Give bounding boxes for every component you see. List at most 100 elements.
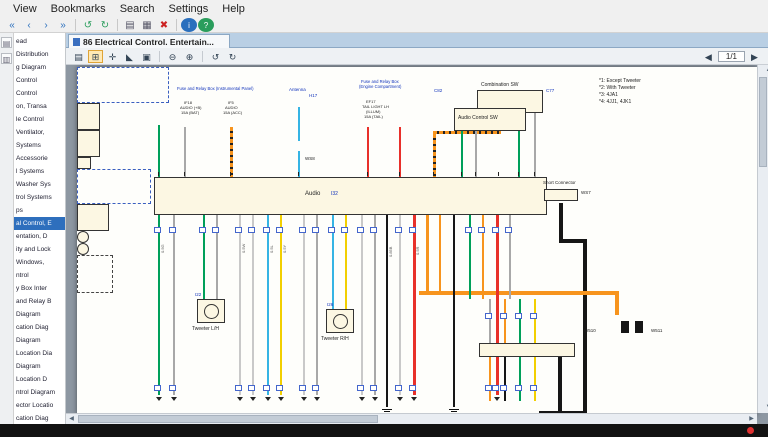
sidebar-item[interactable]: g Diagram [14,61,65,74]
wire-segment [419,291,619,295]
sidebar-item[interactable]: Systems [14,139,65,152]
connector-mark [485,385,492,391]
print-icon[interactable]: ▤ [122,18,138,32]
help-icon[interactable]: ? [198,18,214,32]
wire-segment [413,215,416,395]
wire-segment [635,321,643,333]
sidebar-item[interactable]: le Control [14,113,65,126]
diagram-label: WS7 [581,191,591,196]
connector-mark [248,227,255,233]
sidebar-item[interactable]: ntrol Diagram [14,386,65,399]
sidebar-item[interactable]: ector Locatio [14,399,65,412]
connector-mark [370,227,377,233]
sidebar-item[interactable]: Location Dia [14,347,65,360]
sidebar-tree[interactable]: eadDistributiong DiagramControlControlon… [14,33,66,424]
horizontal-scrollbar[interactable]: ◀ ▶ [66,413,757,424]
fuse-relay-box-instrumental [77,67,169,103]
nav-next-icon[interactable]: › [38,18,54,32]
sidebar-item[interactable]: ps [14,204,65,217]
main-toolbar: «‹›» ↺↻ ▤▦✖ i? [0,17,768,33]
rotate-left-icon[interactable]: ↺ [208,50,223,63]
wire-segment [399,127,401,177]
sidebar-item[interactable]: ity and Lock [14,243,65,256]
sidebar-item[interactable]: l Systems [14,165,65,178]
sidebar-item[interactable]: Control [14,74,65,87]
export-icon[interactable]: ▦ [139,18,155,32]
sidebar-item[interactable]: Distribution [14,48,65,61]
menu-bookmarks[interactable]: Bookmarks [44,2,113,16]
nav-first-icon[interactable]: « [4,18,20,32]
nav-prev-icon[interactable]: ‹ [21,18,37,32]
next-page-icon[interactable]: ▶ [747,50,762,63]
sidebar-item[interactable]: Diagram [14,334,65,347]
menu-view[interactable]: View [6,2,44,16]
zoom-region-icon[interactable]: ⊞ [88,50,103,63]
snapshot-icon[interactable]: ▣ [139,50,154,63]
forward-view-icon[interactable]: ↻ [97,18,113,32]
sidebar-item[interactable]: Control [14,87,65,100]
fuse-ef17 [77,204,109,231]
zoom-out-icon[interactable]: ⊖ [165,50,180,63]
sidebar-item[interactable]: Diagram [14,360,65,373]
wire-segment [504,299,506,343]
rotate-right-icon[interactable]: ↻ [225,50,240,63]
nav-last-icon[interactable]: » [55,18,71,32]
wire-end-arrow [250,397,256,401]
pan-icon[interactable]: ✛ [105,50,120,63]
fuse-relay-box-engine [77,169,151,204]
tab-electrical-control[interactable]: 86 Electrical Control. Entertain... [68,34,230,48]
sidebar-item[interactable]: Windows, [14,256,65,269]
vertical-scrollbar[interactable]: ▲ ▼ [757,65,768,413]
menu-search[interactable]: Search [113,2,162,16]
sidebar-item[interactable]: cation Diag [14,321,65,334]
pin-tick [184,172,185,176]
sidebar-item[interactable]: Location D [14,373,65,386]
sidebar-item[interactable]: Accessorie [14,152,65,165]
sidebar-item[interactable]: ead [14,35,65,48]
toolbar-separator [202,51,203,62]
diagram-label: Antenna [289,88,306,93]
toolbar-separator [75,19,76,31]
select-icon[interactable]: ◣ [122,50,137,63]
menu-settings[interactable]: Settings [162,2,216,16]
document-icon [73,38,80,46]
info-icon[interactable]: i [181,18,197,32]
wire-segment [496,215,499,395]
sidebar-item[interactable]: Washer Sys [14,178,65,191]
pin-tick [399,172,400,176]
sidebar-item[interactable]: on, Transa [14,100,65,113]
back-view-icon[interactable]: ↺ [80,18,96,32]
scroll-up-icon[interactable]: ▲ [763,65,768,76]
wire-segment [367,127,369,177]
sidebar-item[interactable]: trol Systems [14,191,65,204]
sidebar-item[interactable]: Diagram [14,308,65,321]
sidebar-item[interactable]: Ventilator, [14,126,65,139]
connector-mark [299,385,306,391]
menu-help[interactable]: Help [215,2,252,16]
scroll-down-icon[interactable]: ▼ [763,402,768,413]
sidebar-item[interactable]: entation, D [14,230,65,243]
pin-tick [298,172,299,176]
wire-segment [433,134,436,177]
diagram-viewport[interactable]: Fuse and Relay Box (Instrumental Panel)I… [66,65,768,424]
doc-print-icon[interactable]: ▤ [71,50,86,63]
sidebar-item[interactable]: cation Diag [14,412,65,424]
thumbnails-icon[interactable]: ▤ [1,37,12,48]
horizontal-scroll-thumb[interactable] [78,415,378,423]
prev-page-icon[interactable]: ◀ [701,50,716,63]
wire-segment [158,125,160,177]
diagram-label: W510 [584,329,596,334]
wire-segment [374,215,376,395]
sidebar-item[interactable]: al Control, E [14,217,65,230]
wire-segment [504,357,506,401]
scroll-right-icon[interactable]: ▶ [746,414,757,424]
sidebar-item[interactable]: and Relay B [14,295,65,308]
zoom-in-icon[interactable]: ⊕ [182,50,197,63]
sidebar-item[interactable]: y Box Inter [14,282,65,295]
sidebar-item[interactable]: ntrol [14,269,65,282]
close-doc-icon[interactable]: ✖ [156,18,172,32]
diagram-label: 0.5G [161,244,165,253]
scroll-left-icon[interactable]: ◀ [66,414,77,424]
bookmarks-icon[interactable]: ▥ [1,53,12,64]
vertical-scroll-thumb[interactable] [759,77,767,167]
